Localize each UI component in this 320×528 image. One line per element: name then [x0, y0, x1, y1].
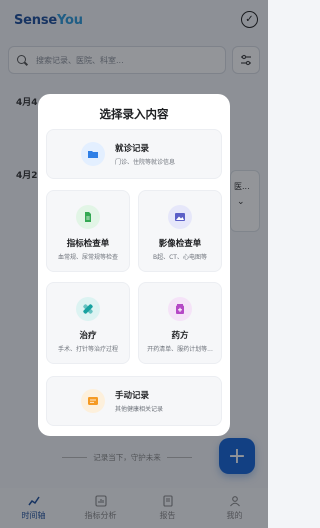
option-desc: 其他健康相关记录 — [115, 406, 164, 413]
folder-icon — [81, 142, 105, 166]
note-icon — [81, 389, 105, 413]
option-label: 药方 — [171, 331, 189, 341]
option-manual-record[interactable]: 手动记录 其他健康相关记录 — [46, 376, 222, 426]
option-desc: 血常规、尿常规等检查 — [57, 254, 118, 261]
option-label: 指标检查单 — [66, 239, 110, 249]
option-label: 治疗 — [79, 331, 97, 341]
bandage-icon — [76, 297, 100, 321]
option-visit-record[interactable]: 就诊记录 门诊、住院等就诊信息 — [46, 129, 222, 179]
option-imaging-report[interactable]: 影像检查单 B超、CT、心电图等 — [138, 190, 222, 272]
image-icon — [168, 205, 192, 229]
option-label: 影像检查单 — [158, 239, 202, 249]
modal-title: 选择录入内容 — [99, 107, 169, 121]
option-treatment[interactable]: 治疗 手术、打针等治疗过程 — [46, 282, 130, 364]
document-icon — [76, 205, 100, 229]
medicine-icon — [168, 297, 192, 321]
option-desc: B超、CT、心电图等 — [153, 254, 207, 261]
option-label: 手动记录 — [115, 391, 150, 401]
option-prescription[interactable]: 药方 开药清单、服药计划等... — [138, 282, 222, 364]
option-desc: 开药清单、服药计划等... — [147, 346, 213, 353]
option-label: 就诊记录 — [115, 144, 150, 154]
option-text: 就诊记录 门诊、住院等就诊信息 — [115, 142, 175, 166]
option-desc: 门诊、住院等就诊信息 — [115, 159, 176, 166]
entry-type-modal: 选择录入内容 就诊记录 门诊、住院等就诊信息 指标检查单 血常规、尿常规等检查 … — [38, 94, 230, 436]
option-text: 手动记录 其他健康相关记录 — [115, 389, 163, 413]
option-lab-report[interactable]: 指标检查单 血常规、尿常规等检查 — [46, 190, 130, 272]
option-desc: 手术、打针等治疗过程 — [57, 346, 118, 353]
